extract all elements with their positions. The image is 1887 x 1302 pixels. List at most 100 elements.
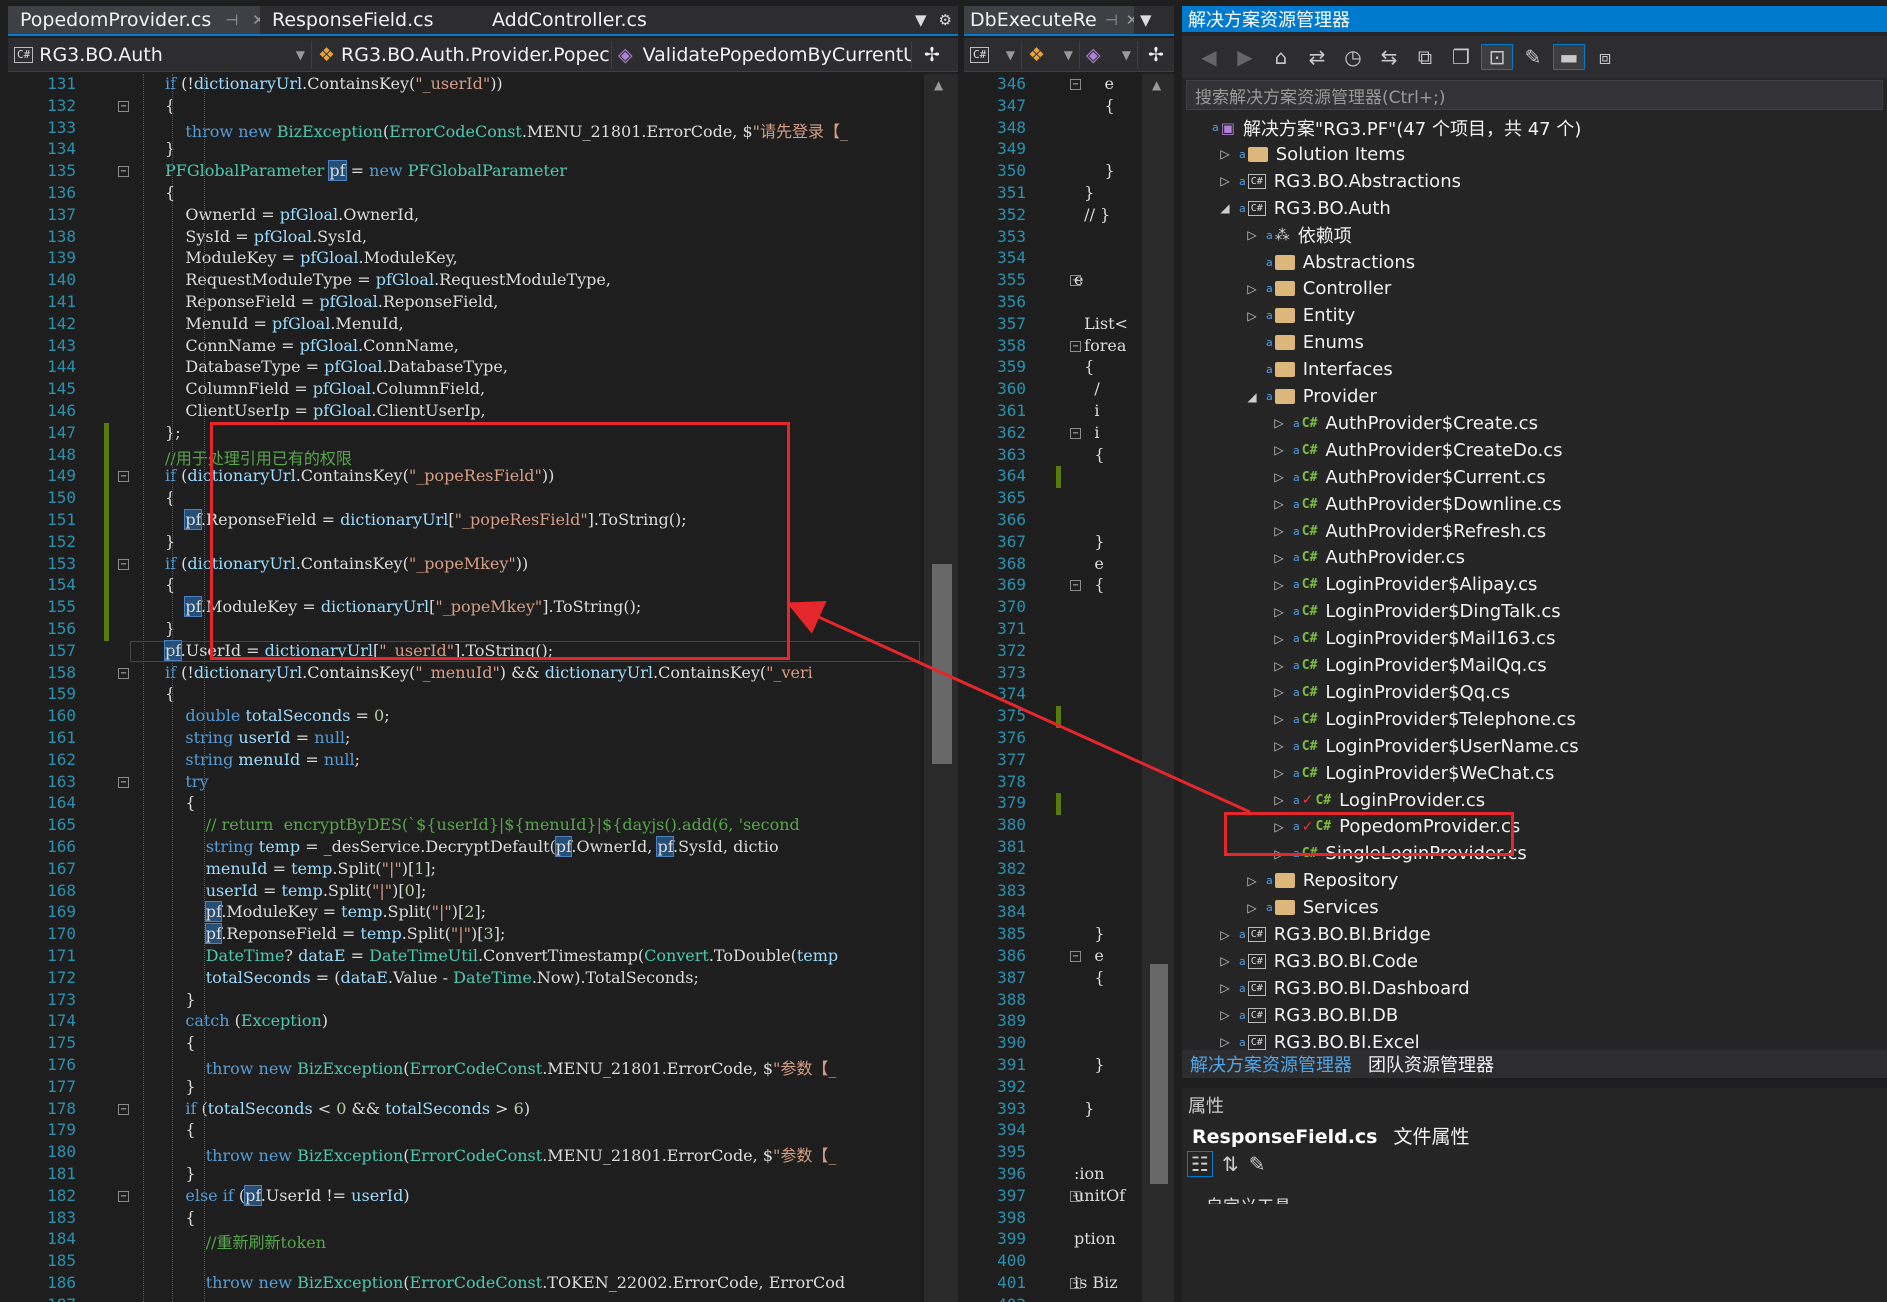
code-line[interactable]: i bbox=[1074, 401, 1099, 420]
code-line[interactable]: double totalSeconds = 0; bbox=[104, 706, 389, 725]
tree-item[interactable]: ▷ a C# RG3.BO.BI.DB bbox=[1217, 1002, 1398, 1029]
code-line[interactable]: } bbox=[104, 139, 175, 158]
tree-item[interactable]: ▷ a Entity bbox=[1244, 302, 1355, 329]
tab-solution-explorer[interactable]: 解决方案资源管理器 bbox=[1182, 1051, 1360, 1077]
collapsed-arrow-icon[interactable]: ▷ bbox=[1271, 712, 1287, 726]
tree-item[interactable]: a Interfaces bbox=[1244, 356, 1393, 383]
code-line[interactable]: pf.ModuleKey = temp.Split("|")[2]; bbox=[104, 901, 486, 923]
code-line[interactable]: { bbox=[1074, 96, 1115, 115]
code-line[interactable]: PFGlobalParameter pf = new PFGlobalParam… bbox=[104, 160, 567, 182]
code-line[interactable]: throw new BizException(ErrorCodeConst.ME… bbox=[104, 118, 848, 142]
code-line[interactable]: / bbox=[1074, 379, 1099, 398]
tree-item[interactable]: ▷ a Repository bbox=[1244, 867, 1398, 894]
collapsed-arrow-icon[interactable]: ▷ bbox=[1271, 605, 1287, 619]
tree-item[interactable]: ▷ a C# RG3.BO.BI.Dashboard bbox=[1217, 975, 1469, 1002]
fold-toggle-icon[interactable]: − bbox=[1070, 79, 1081, 90]
collapsed-arrow-icon[interactable]: ▷ bbox=[1217, 954, 1233, 968]
fold-toggle-icon[interactable]: − bbox=[118, 1103, 129, 1115]
project-dropdown[interactable]: C# ▼ bbox=[964, 40, 1022, 69]
code-line[interactable]: { bbox=[104, 793, 195, 812]
code-line[interactable]: { bbox=[104, 1208, 195, 1227]
code-line[interactable]: } bbox=[104, 1077, 195, 1096]
tree-item[interactable]: a Abstractions bbox=[1244, 249, 1415, 276]
scrollbar-thumb[interactable] bbox=[1150, 964, 1168, 1184]
collapsed-arrow-icon[interactable]: ▷ bbox=[1271, 659, 1287, 673]
close-icon[interactable]: ✕ bbox=[1126, 11, 1134, 29]
tree-item[interactable]: ▷ a C# LoginProvider$Telephone.cs bbox=[1271, 706, 1576, 733]
tree-item[interactable]: ▷ a C# RG3.BO.BI.Code bbox=[1217, 948, 1418, 975]
home-icon[interactable]: ⌂ bbox=[1266, 45, 1296, 69]
tree-item[interactable]: ▷ a C# LoginProvider$Qq.cs bbox=[1271, 679, 1510, 706]
collapsed-arrow-icon[interactable]: ▷ bbox=[1271, 632, 1287, 646]
code-line[interactable]: } bbox=[1074, 161, 1115, 180]
collapsed-arrow-icon[interactable]: ▷ bbox=[1217, 981, 1233, 995]
code-line[interactable]: RequestModuleType = pfGloal.RequestModul… bbox=[104, 270, 611, 289]
project-dropdown[interactable]: C# RG3.BO.Auth ▼ bbox=[8, 40, 312, 69]
tree-item[interactable]: ▷ a Solution Items bbox=[1217, 141, 1405, 168]
collapsed-arrow-icon[interactable]: ▷ bbox=[1217, 928, 1233, 942]
fold-toggle-icon[interactable]: − bbox=[118, 776, 129, 788]
properties-icon[interactable]: ✎ bbox=[1518, 45, 1548, 69]
split-icon[interactable]: ✢ bbox=[1138, 41, 1174, 69]
code-line[interactable]: throw new BizException(ErrorCodeConst.TO… bbox=[104, 1273, 845, 1292]
code-line[interactable]: { bbox=[1074, 968, 1104, 987]
class-dropdown[interactable]: ❖ ▼ bbox=[1022, 40, 1080, 69]
code-line[interactable]: ConnName = pfGloal.ConnName, bbox=[104, 336, 458, 355]
tree-item[interactable]: ▷ a C# LoginProvider$Mail163.cs bbox=[1271, 625, 1555, 652]
collapsed-arrow-icon[interactable]: ▷ bbox=[1271, 685, 1287, 699]
code-line[interactable]: e bbox=[1074, 554, 1103, 573]
tree-item[interactable]: ▷ a Services bbox=[1244, 894, 1378, 921]
sync-active-document-icon[interactable]: ⊡ bbox=[1481, 44, 1513, 70]
code-line[interactable]: throw new BizException(ErrorCodeConst.ME… bbox=[104, 1055, 837, 1079]
back-icon[interactable]: ◀ bbox=[1194, 45, 1224, 69]
fold-toggle-icon[interactable]: − bbox=[1070, 1190, 1081, 1202]
fold-toggle-icon[interactable]: − bbox=[118, 100, 129, 112]
tree-item[interactable]: ▷ a C# AuthProvider$Downline.cs bbox=[1271, 491, 1561, 518]
pending-changes-icon[interactable]: ◷ bbox=[1338, 45, 1368, 69]
fold-toggle-icon[interactable]: − bbox=[1070, 427, 1081, 439]
collapsed-arrow-icon[interactable]: ▷ bbox=[1271, 497, 1287, 511]
collapsed-arrow-icon[interactable]: ▷ bbox=[1271, 551, 1287, 565]
code-line[interactable]: throw new BizException(ErrorCodeConst.ME… bbox=[104, 1142, 837, 1166]
code-line[interactable]: ReponseField = pfGloal.ReponseField, bbox=[104, 292, 498, 311]
right-code-editor[interactable]: 346 347 348 349 350 351 352 353 354 355 356 357 358 3… bbox=[964, 74, 1174, 1302]
code-line[interactable]: { bbox=[104, 684, 175, 703]
code-line[interactable]: { bbox=[104, 575, 175, 594]
expanded-arrow-icon[interactable]: ◢ bbox=[1244, 390, 1260, 404]
collapsed-arrow-icon[interactable]: ▷ bbox=[1217, 1008, 1233, 1022]
collapsed-arrow-icon[interactable]: ▷ bbox=[1271, 578, 1287, 592]
scrollbar-thumb[interactable] bbox=[932, 564, 952, 764]
code-line[interactable]: ption bbox=[1074, 1229, 1116, 1248]
code-line[interactable]: menuId = temp.Split("|")[1]; bbox=[104, 859, 436, 878]
code-line[interactable]: unitOf bbox=[1074, 1186, 1125, 1205]
pin-icon[interactable]: ⊣ bbox=[225, 11, 238, 29]
code-line[interactable]: if (!dictionaryUrl.ContainsKey("_userId"… bbox=[104, 74, 503, 93]
tab-list-dropdown-icon[interactable]: ▼ bbox=[1134, 6, 1158, 34]
fold-toggle-icon[interactable]: − bbox=[1070, 951, 1081, 962]
code-line[interactable]: string temp = _desService.DecryptDefault… bbox=[104, 836, 779, 857]
code-line[interactable]: } bbox=[1074, 924, 1104, 943]
code-line[interactable]: { bbox=[104, 96, 175, 115]
tree-item[interactable]: a ▣ 解决方案"RG3.PF"(47 个项目，共 47 个) bbox=[1190, 114, 1581, 141]
code-line[interactable]: } bbox=[1074, 183, 1094, 202]
code-line[interactable]: { bbox=[104, 183, 175, 202]
code-line[interactable]: //重新刷新token bbox=[104, 1229, 326, 1253]
pin-icon[interactable]: ⊣ bbox=[1105, 11, 1118, 29]
tree-item[interactable]: ▷ a C# LoginProvider$DingTalk.cs bbox=[1271, 598, 1560, 625]
alphabetical-icon[interactable]: ⇅ bbox=[1222, 1152, 1239, 1176]
expanded-arrow-icon[interactable]: ◢ bbox=[1217, 201, 1233, 215]
code-line[interactable]: } bbox=[1074, 1099, 1094, 1118]
tree-item[interactable]: ▷ a ✓ C# LoginProvider.cs bbox=[1271, 787, 1485, 814]
collapsed-arrow-icon[interactable]: ▷ bbox=[1271, 524, 1287, 538]
code-line[interactable]: OwnerId = pfGloal.OwnerId, bbox=[104, 205, 419, 224]
code-line[interactable]: // } bbox=[1074, 205, 1110, 224]
split-icon[interactable]: ✢ bbox=[912, 41, 952, 69]
switch-views-icon[interactable]: ⇄ bbox=[1302, 45, 1332, 69]
collapsed-arrow-icon[interactable]: ▷ bbox=[1271, 416, 1287, 430]
categorized-icon[interactable]: ☷ bbox=[1187, 1151, 1213, 1177]
code-line[interactable]: catch (Exception) bbox=[104, 1011, 328, 1030]
collapsed-arrow-icon[interactable]: ▷ bbox=[1244, 874, 1260, 888]
code-line[interactable]: MenuId = pfGloal.MenuId, bbox=[104, 314, 403, 333]
tab-team-explorer[interactable]: 团队资源管理器 bbox=[1360, 1051, 1502, 1077]
tab-popedomprovider[interactable]: PopedomProvider.cs ⊣ ✕ bbox=[8, 6, 260, 34]
